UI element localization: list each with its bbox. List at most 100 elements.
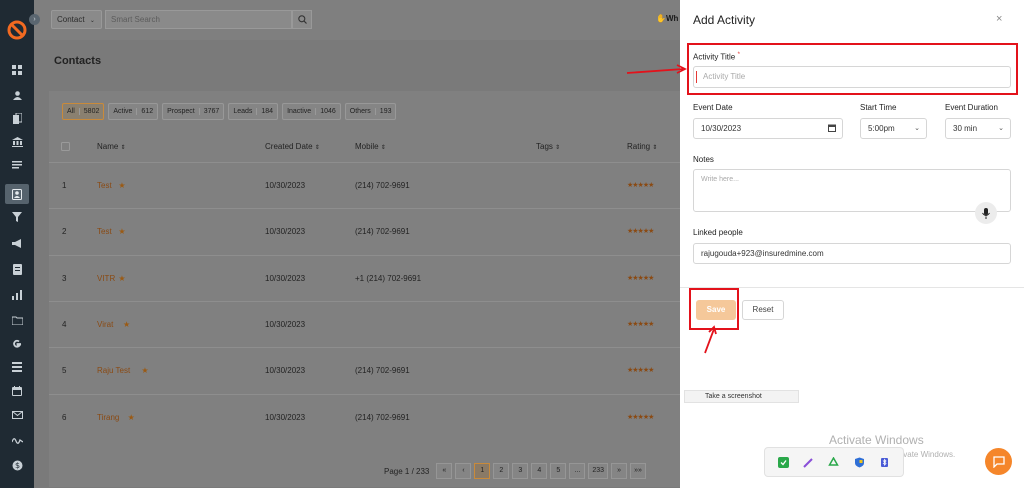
bank-icon[interactable] <box>10 135 24 149</box>
linked-people-input[interactable]: rajugouda+923@insuredmine.com <box>693 243 1011 264</box>
page-number-button[interactable]: 5 <box>550 463 567 479</box>
event-duration-value: 30 min <box>953 124 978 133</box>
contact-name-link[interactable]: Tirang <box>97 413 119 422</box>
dashboard-icon[interactable] <box>10 63 24 77</box>
filter-chip-leads[interactable]: Leads 184 <box>228 103 279 120</box>
event-duration-select[interactable]: 30 min ⌄ <box>945 118 1011 139</box>
favorite-star-icon[interactable]: ★ <box>128 413 135 422</box>
filter-chip-count: 3767 <box>198 108 220 115</box>
rating-stars[interactable]: ★★★★★ <box>627 274 654 282</box>
google-icon[interactable] <box>10 337 24 351</box>
smart-search-input[interactable]: Smart Search <box>105 10 292 29</box>
column-header-rating-label: Rating <box>627 142 651 151</box>
table-row[interactable]: 2 Test ★ 10/30/2023 (214) 702-9691 ★★★★★ <box>49 208 689 254</box>
page-number-button[interactable]: 3 <box>512 463 529 479</box>
bluetooth-icon[interactable] <box>878 456 890 468</box>
list-icon[interactable] <box>10 158 24 172</box>
pen-icon[interactable] <box>803 456 815 468</box>
contact-name-link[interactable]: Raju Test <box>97 366 130 375</box>
page-indicator: Page 1 / 233 <box>384 466 430 476</box>
select-all-checkbox[interactable] <box>61 142 70 151</box>
dollar-icon[interactable]: $ <box>10 458 24 472</box>
table-row[interactable]: 6 Tirang ★ 10/30/2023 (214) 702-9691 ★★★★★ <box>49 393 689 440</box>
filter-chip-label: Prospect <box>167 108 195 115</box>
rating-stars[interactable]: ★★★★★ <box>627 227 654 235</box>
voice-input-button[interactable] <box>975 202 997 224</box>
start-time-select[interactable]: 5:00pm ⌄ <box>860 118 927 139</box>
drawer-title: Add Activity <box>693 13 756 27</box>
user-badge[interactable]: ✋Wh <box>656 14 678 23</box>
filter-chip-active[interactable]: Active 612 <box>108 103 159 120</box>
page-number-button[interactable]: 1 <box>474 463 491 479</box>
table-row[interactable]: 5 Raju Test ★ 10/30/2023 (214) 702-9691 ★★★★★ <box>49 347 689 393</box>
row-number: 5 <box>62 366 67 376</box>
calendar-icon[interactable] <box>828 124 836 132</box>
contact-name-link[interactable]: Virat <box>97 320 113 329</box>
reset-button[interactable]: Reset <box>742 300 784 320</box>
page-number-button[interactable]: 2 <box>493 463 510 479</box>
signature-icon[interactable] <box>10 433 24 447</box>
column-header-name[interactable]: Name ⇕ <box>97 142 126 151</box>
column-header-rating[interactable]: Rating ⇕ <box>627 142 657 151</box>
contact-name-link[interactable]: VITR <box>97 274 115 283</box>
column-header-mobile[interactable]: Mobile ⇕ <box>355 142 386 151</box>
filter-chip-others[interactable]: Others 193 <box>344 103 397 120</box>
page-number-button[interactable]: 233 <box>588 463 609 479</box>
first-page-button[interactable]: « <box>436 463 453 479</box>
sidebar-collapse-button[interactable]: › <box>29 14 40 25</box>
folder-icon[interactable] <box>10 313 24 327</box>
rating-stars[interactable]: ★★★★★ <box>627 181 654 189</box>
favorite-star-icon[interactable]: ★ <box>118 274 125 283</box>
column-header-mobile-label: Mobile <box>355 142 379 151</box>
contacts-nav-icon[interactable] <box>5 184 29 204</box>
documents-icon[interactable] <box>10 111 24 125</box>
close-icon[interactable]: × <box>996 13 1002 25</box>
favorite-star-icon[interactable]: ★ <box>118 227 125 236</box>
linked-people-value: rajugouda+923@insuredmine.com <box>701 249 824 258</box>
notes-textarea[interactable]: Write here... <box>693 169 1011 212</box>
security-shield-icon[interactable] <box>853 456 865 468</box>
table-row[interactable]: 4 Virat ★ 10/30/2023 ★★★★★ <box>49 300 689 347</box>
filter-chip-all[interactable]: All 5802 <box>62 103 105 120</box>
brand-logo-icon[interactable] <box>7 20 27 40</box>
table-row[interactable]: 1 Test ★ 10/30/2023 (214) 702-9691 ★★★★★ <box>49 162 689 208</box>
shield-check-icon[interactable] <box>778 456 790 468</box>
filter-chip-prospect[interactable]: Prospect 3767 <box>162 103 225 120</box>
mobile-number: +1 (214) 702-9691 <box>355 273 422 283</box>
module-select[interactable]: Contact ⌄ <box>51 10 102 29</box>
contact-name-link[interactable]: Test <box>97 227 112 236</box>
search-button[interactable] <box>292 10 312 29</box>
rating-stars[interactable]: ★★★★★ <box>627 320 654 328</box>
annotation-arrow-right <box>626 64 688 74</box>
chat-support-button[interactable] <box>985 448 1012 475</box>
rating-stars[interactable]: ★★★★★ <box>627 366 654 374</box>
notes-icon[interactable] <box>10 262 24 276</box>
favorite-star-icon[interactable]: ★ <box>123 320 130 329</box>
page-ellipsis: ... <box>569 463 586 479</box>
page-number-button[interactable]: 4 <box>531 463 548 479</box>
calendar-icon[interactable] <box>10 384 24 398</box>
event-date-input[interactable]: 10/30/2023 <box>693 118 843 139</box>
annotation-box-activity-title <box>687 43 1018 95</box>
megaphone-icon[interactable] <box>10 236 24 250</box>
filter-chip-inactive[interactable]: Inactive 1046 <box>282 103 341 120</box>
column-header-created-date[interactable]: Created Date ⇕ <box>265 142 320 151</box>
next-page-button[interactable]: » <box>611 463 628 479</box>
table-row[interactable]: 3 VITR ★ 10/30/2023 +1 (214) 702-9691 ★★★★★ <box>49 254 689 301</box>
last-page-button[interactable]: »» <box>630 463 647 479</box>
chevron-down-icon: ⌄ <box>998 125 1004 132</box>
recycle-icon[interactable] <box>828 456 840 468</box>
mail-icon[interactable] <box>10 408 24 422</box>
bar-chart-icon[interactable] <box>10 288 24 302</box>
column-header-tags[interactable]: Tags ⇕ <box>536 142 560 151</box>
filter-chip-label: Inactive <box>287 108 312 115</box>
favorite-star-icon[interactable]: ★ <box>141 366 148 375</box>
users-icon[interactable] <box>10 88 24 102</box>
prev-page-button[interactable]: ‹ <box>455 463 472 479</box>
stack-icon[interactable] <box>10 360 24 374</box>
favorite-star-icon[interactable]: ★ <box>118 181 125 190</box>
row-number: 1 <box>62 181 67 190</box>
contact-name-link[interactable]: Test <box>97 181 112 190</box>
filter-icon[interactable] <box>10 210 24 224</box>
rating-stars[interactable]: ★★★★★ <box>627 413 654 421</box>
